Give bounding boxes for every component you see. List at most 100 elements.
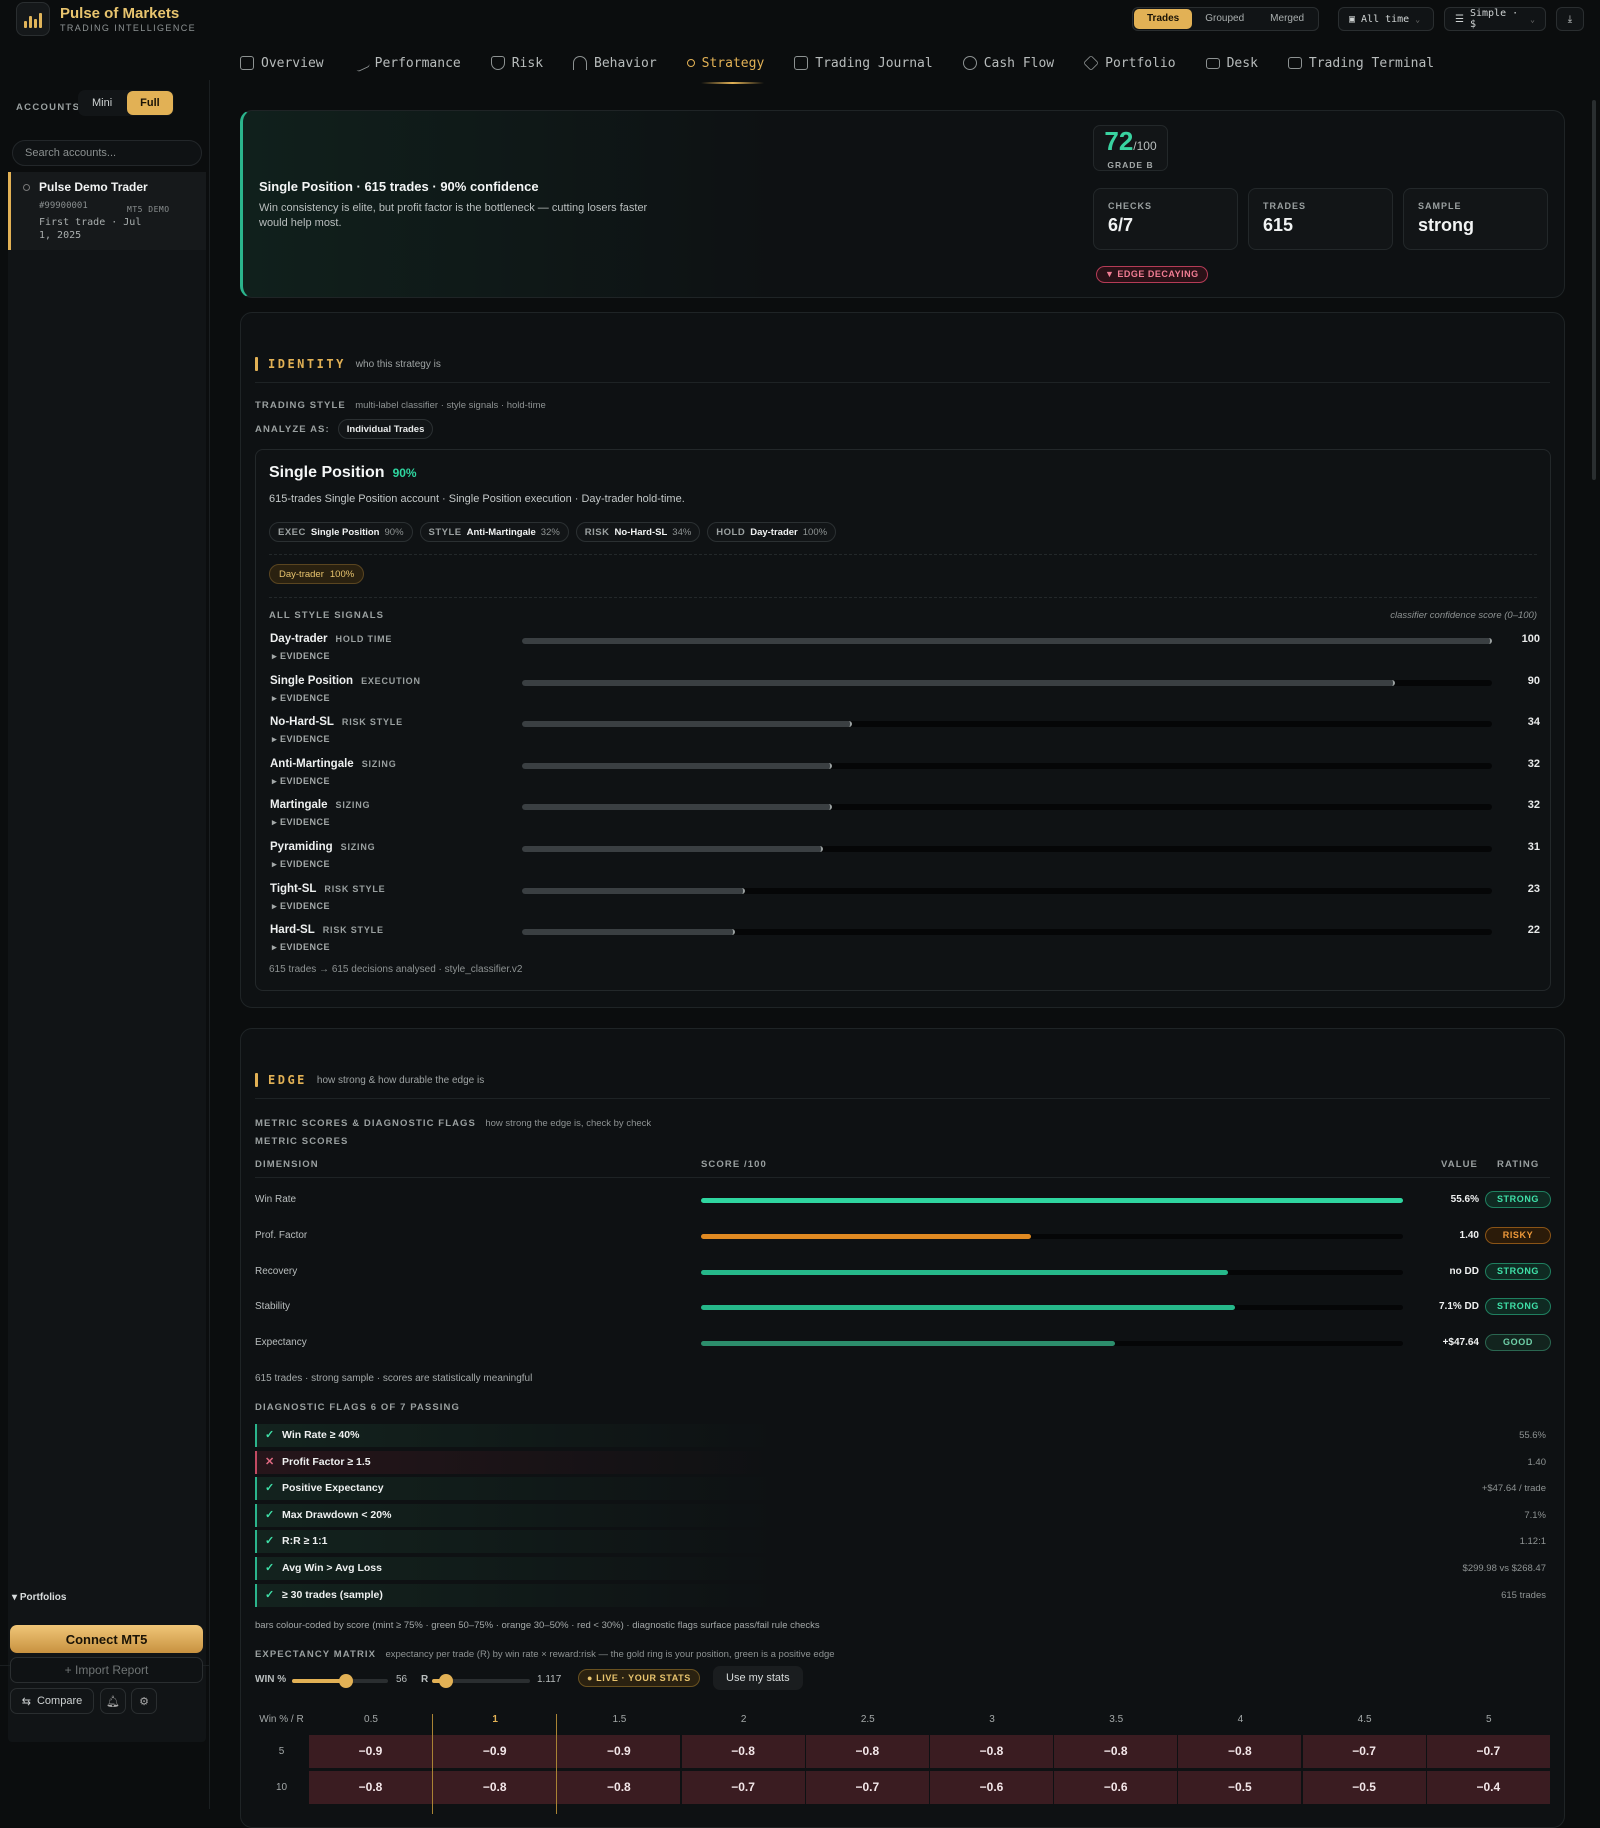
matrix-cell[interactable]: −0.8 (433, 1771, 557, 1804)
matrix-cell[interactable]: −0.7 (1302, 1735, 1426, 1768)
matrix-cell[interactable]: −0.8 (1054, 1735, 1178, 1768)
tab-trading-terminal[interactable]: Trading Terminal (1287, 46, 1435, 80)
tab-behavior[interactable]: Behavior (573, 46, 657, 80)
evidence-toggle[interactable]: ▸ EVIDENCE (272, 942, 330, 953)
mini-mode-button[interactable]: Mini (79, 91, 125, 115)
matrix-col-header: 1.5 (612, 1714, 627, 1725)
matrix-cell[interactable]: −0.5 (1302, 1771, 1426, 1804)
connect-mt5-button[interactable]: Connect MT5 (10, 1625, 203, 1653)
metric-scores-flags-label: METRIC SCORES & DIAGNOSTIC FLAGS (255, 1118, 476, 1129)
evidence-toggle[interactable]: ▸ EVIDENCE (272, 901, 330, 912)
hold-chip[interactable]: HOLD Day-trader 100% (707, 522, 837, 542)
matrix-cell[interactable]: −0.7 (805, 1771, 929, 1804)
time-range-select[interactable]: ▣ All time ⌄ (1338, 7, 1434, 31)
signal-score: 32 (1527, 799, 1540, 812)
win-rate-slider[interactable] (292, 1674, 388, 1688)
col-value: VALUE (1441, 1159, 1478, 1170)
signal-label: No-Hard-SL (270, 716, 334, 729)
matrix-cell[interactable]: −0.6 (930, 1771, 1053, 1804)
tab-portfolio[interactable]: Portfolio (1083, 46, 1176, 80)
brand[interactable]: Pulse of Markets TRADING INTELLIGENCE (16, 2, 196, 36)
metric-value: 1.40 (1459, 1229, 1479, 1241)
evidence-toggle[interactable]: ▸ EVIDENCE (272, 817, 330, 828)
risk-chip[interactable]: RISK No-Hard-SL 34% (575, 522, 701, 542)
signal-bar-track (522, 887, 1492, 894)
r-ratio-slider[interactable] (432, 1674, 530, 1688)
matrix-col-header: 4.5 (1357, 1714, 1372, 1725)
style-signal-row: Pyramiding SIZING ▸ EVIDENCE 31 (270, 841, 1540, 883)
tab-risk[interactable]: Risk (490, 46, 543, 80)
tab-strategy[interactable]: Strategy (686, 46, 764, 84)
download-button[interactable]: ⤓ (1556, 7, 1584, 31)
matrix-cell[interactable]: −0.9 (433, 1735, 557, 1768)
notifications-button[interactable]: 🔔︎ (100, 1688, 126, 1714)
analyze-as-chip[interactable]: Individual Trades (337, 419, 434, 439)
scrollbar-thumb[interactable] (1592, 100, 1596, 480)
day-trader-tag[interactable]: Day-trader 100% (269, 564, 365, 584)
win-slider-value: 56 (396, 1674, 408, 1685)
matrix-cell[interactable]: −0.8 (930, 1735, 1053, 1768)
signal-name: No-Hard-SL RISK STYLE (270, 716, 403, 728)
tab-desk[interactable]: Desk (1205, 46, 1258, 80)
signal-category: SIZING (340, 842, 376, 852)
account-card[interactable]: Pulse Demo Trader #99900001 MT5 DEMO Fir… (8, 172, 206, 250)
flag-name: ≥ 30 trades (sample) (282, 1588, 383, 1601)
grade-max: /100 (1133, 139, 1157, 153)
matrix-cell[interactable]: −0.8 (309, 1771, 432, 1804)
check-icon: ✓ (265, 1535, 275, 1548)
matrix-cell[interactable]: −0.6 (1054, 1771, 1178, 1804)
matrix-cell[interactable]: −0.7 (1426, 1735, 1550, 1768)
evidence-toggle[interactable]: ▸ EVIDENCE (272, 651, 330, 662)
matrix-col-header: 5 (1486, 1714, 1492, 1725)
tab-trading-journal[interactable]: Trading Journal (794, 46, 933, 80)
matrix-cell[interactable]: −0.8 (681, 1735, 805, 1768)
style-chip[interactable]: STYLE Anti-Martingale 32% (419, 522, 569, 542)
matrix-cell[interactable]: −0.7 (681, 1771, 805, 1804)
metric-bar-fill (701, 1269, 1228, 1275)
signal-name: Martingale SIZING (270, 799, 370, 811)
matrix-cell[interactable]: −0.8 (1178, 1735, 1302, 1768)
trading-style-label: TRADING STYLE (255, 400, 346, 411)
tab-overview[interactable]: Overview (240, 46, 324, 80)
matrix-cell[interactable]: −0.5 (1178, 1771, 1302, 1804)
view-grouped-button[interactable]: Grouped (1192, 9, 1257, 29)
use-my-stats-button[interactable]: Use my stats (713, 1666, 803, 1690)
tab-label: Trading Terminal (1308, 55, 1435, 71)
settings-button[interactable]: ⚙ (131, 1688, 157, 1714)
portfolios-toggle[interactable]: ▾ Portfolios (12, 1592, 66, 1603)
evidence-toggle[interactable]: ▸ EVIDENCE (272, 734, 330, 745)
terminal-icon (1287, 57, 1302, 69)
matrix-cell[interactable]: −0.8 (557, 1771, 681, 1804)
checks-stat: CHECKS 6/7 (1093, 188, 1238, 250)
signal-label: Anti-Martingale (270, 757, 354, 770)
chevron-down-icon: ⌄ (1530, 14, 1535, 24)
compare-button[interactable]: ⇆ Compare (10, 1688, 94, 1714)
evidence-toggle[interactable]: ▸ EVIDENCE (272, 776, 330, 787)
exec-chip[interactable]: EXEC Single Position 90% (269, 522, 413, 542)
full-mode-button[interactable]: Full (127, 91, 173, 115)
diagnostic-flag-row: ✓ Win Rate ≥ 40% 55.6% (255, 1424, 1551, 1447)
matrix-cell[interactable]: −0.8 (805, 1735, 929, 1768)
slider-thumb[interactable] (338, 1674, 353, 1688)
gauge-icon (573, 56, 588, 70)
signal-score: 32 (1527, 757, 1540, 770)
flag-name: R:R ≥ 1:1 (282, 1535, 328, 1548)
import-report-button[interactable]: + Import Report (10, 1657, 203, 1683)
display-mode-select[interactable]: ☰ Simple · $ ⌄ (1444, 7, 1546, 31)
tab-cash-flow[interactable]: Cash Flow (962, 46, 1054, 80)
metric-bar-track (701, 1341, 1403, 1347)
matrix-cell[interactable]: −0.4 (1426, 1771, 1550, 1804)
metric-scores-label: METRIC SCORES (255, 1136, 349, 1147)
evidence-toggle[interactable]: ▸ EVIDENCE (272, 859, 330, 870)
slider-thumb[interactable] (438, 1674, 453, 1688)
tab-performance[interactable]: Performance (351, 46, 461, 80)
signal-name: Tight-SL RISK STYLE (270, 883, 385, 895)
evidence-toggle[interactable]: ▸ EVIDENCE (272, 693, 330, 704)
account-search-input[interactable] (12, 140, 202, 166)
view-trades-button[interactable]: Trades (1134, 9, 1193, 29)
view-merged-button[interactable]: Merged (1257, 9, 1317, 29)
signal-label: Single Position (270, 674, 354, 687)
signal-name: Anti-Martingale SIZING (270, 758, 397, 770)
matrix-cell[interactable]: −0.9 (557, 1735, 681, 1768)
matrix-cell[interactable]: −0.9 (309, 1735, 432, 1768)
